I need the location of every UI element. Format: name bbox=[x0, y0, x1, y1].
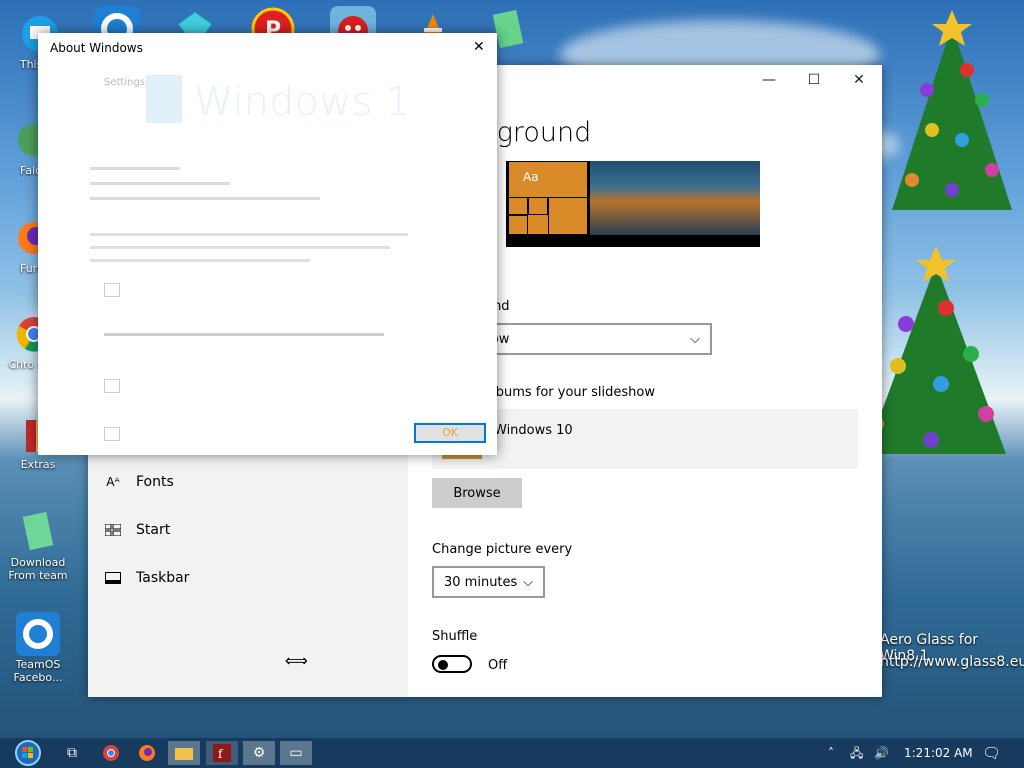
ok-button[interactable]: OK bbox=[414, 423, 486, 443]
taskbar-icon bbox=[104, 570, 122, 586]
faint-item-icon-3 bbox=[104, 427, 120, 441]
dialog-faint-info bbox=[90, 167, 390, 217]
toggle-knob bbox=[438, 660, 448, 670]
start-button[interactable] bbox=[8, 738, 48, 768]
desktop-icon-download[interactable]: Download From team bbox=[8, 510, 68, 582]
sidebar-item-fonts[interactable]: Aᴬ Fonts bbox=[104, 467, 174, 497]
background-preview: Aa bbox=[506, 161, 760, 247]
fonts-icon: Aᴬ bbox=[106, 475, 120, 489]
shuffle-toggle[interactable] bbox=[432, 655, 472, 673]
sidebar-item-label: Taskbar bbox=[136, 570, 190, 586]
dialog-faint-paragraph bbox=[90, 233, 410, 269]
faint-divider bbox=[104, 333, 384, 336]
dialog-titlebar: About Windows ✕ bbox=[38, 33, 497, 63]
sidebar-item-start[interactable]: Start bbox=[104, 515, 170, 545]
notepad-icon bbox=[16, 510, 60, 554]
gear-icon bbox=[16, 612, 60, 656]
browse-button[interactable]: Browse bbox=[432, 478, 522, 508]
taskbar: ⧉ f ⚙ ▭ ˄ 🖧 🔊 1:21:02 AM 🗨 bbox=[0, 738, 1024, 768]
clock[interactable]: 1:21:02 AM bbox=[904, 738, 973, 768]
watermark-line2: http://www.glass8.eu bbox=[880, 654, 1024, 670]
close-icon[interactable]: ✕ bbox=[473, 39, 485, 55]
sidebar-item-taskbar[interactable]: Taskbar bbox=[104, 563, 189, 593]
notifications-icon[interactable]: 🗨 bbox=[982, 738, 1001, 768]
maximize-button[interactable]: ☐ bbox=[791, 65, 837, 95]
faint-item-icon-2 bbox=[104, 379, 120, 393]
faint-item-icon bbox=[104, 283, 120, 297]
chevron-down-icon: ⌵ bbox=[523, 574, 533, 590]
windows-logo-text: Windows 1 bbox=[194, 79, 411, 125]
christmas-tree-graphic bbox=[872, 0, 1022, 234]
chevron-down-icon: ⌵ bbox=[690, 331, 700, 347]
minimize-button[interactable]: — bbox=[746, 65, 792, 95]
firefox-taskbar-icon[interactable] bbox=[131, 741, 163, 765]
window-taskbar-icon[interactable]: ▭ bbox=[280, 741, 312, 765]
sidebar-item-label: Start bbox=[136, 522, 171, 538]
shuffle-state: Off bbox=[488, 658, 508, 673]
chrome-taskbar-icon[interactable] bbox=[95, 741, 127, 765]
file-explorer-icon[interactable] bbox=[168, 741, 200, 765]
close-button[interactable]: ✕ bbox=[836, 65, 882, 95]
tray-chevron-up-icon[interactable]: ˄ bbox=[828, 738, 834, 768]
settings-taskbar-icon[interactable]: ⚙ bbox=[243, 741, 275, 765]
volume-icon[interactable]: 🔊 bbox=[874, 738, 889, 768]
windows-logo-icon bbox=[146, 75, 182, 123]
dialog-app-label: Settings bbox=[104, 77, 146, 88]
interval-dropdown[interactable]: 30 minutes ⌵ bbox=[432, 566, 545, 598]
flash-icon[interactable]: f bbox=[206, 741, 238, 765]
sidebar-item-label: Fonts bbox=[136, 474, 174, 490]
desktop-icon-teamos[interactable]: TeamOS Facebo... bbox=[8, 612, 68, 684]
start-icon bbox=[104, 522, 122, 538]
network-icon[interactable]: 🖧 bbox=[850, 738, 863, 768]
shuffle-label: Shuffle bbox=[432, 629, 478, 644]
resize-cursor-icon: ⟺ bbox=[285, 651, 308, 670]
about-windows-dialog: About Windows ✕ Settings Windows 1 OK bbox=[38, 33, 497, 455]
task-view-icon[interactable]: ⧉ bbox=[56, 741, 88, 765]
preview-photo bbox=[590, 161, 760, 235]
dialog-title: About Windows bbox=[50, 41, 143, 55]
interval-label: Change picture every bbox=[432, 542, 573, 557]
